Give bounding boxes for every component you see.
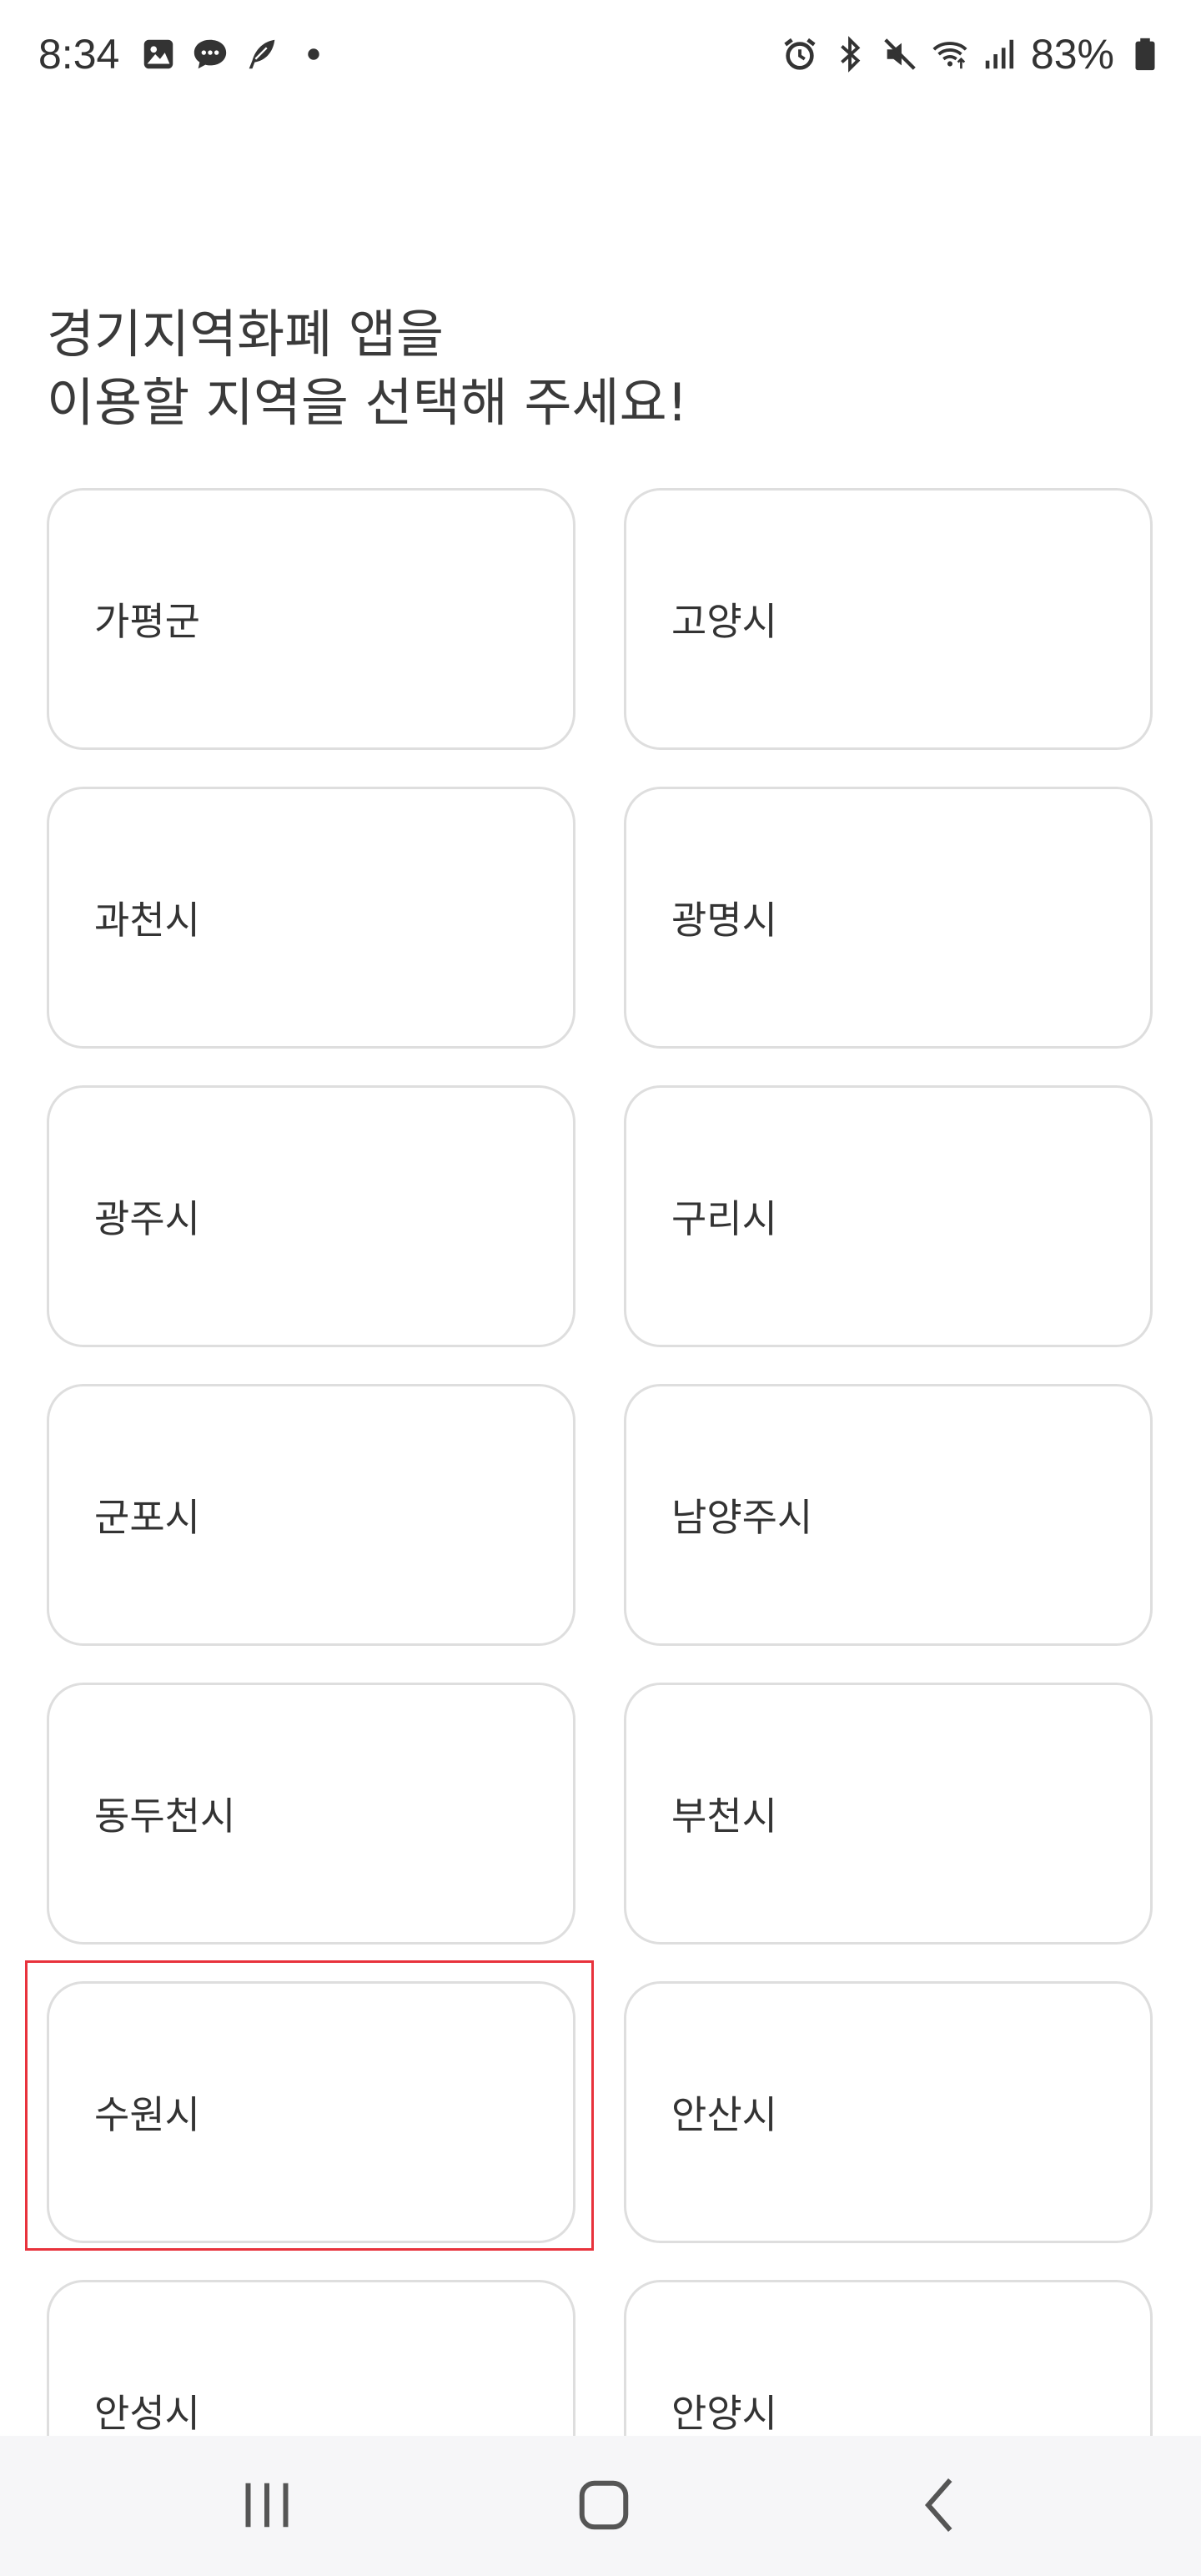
region-card-gwacheon[interactable]: 과천시 (47, 787, 575, 1049)
signal-icon (981, 35, 1019, 73)
region-label: 안성시 (94, 2391, 200, 2436)
region-card-goyang[interactable]: 고양시 (624, 488, 1153, 750)
region-label: 안양시 (671, 2391, 777, 2436)
region-card-gwangmyeong[interactable]: 광명시 (624, 787, 1153, 1049)
wifi-icon (931, 35, 969, 73)
recent-apps-icon (229, 2468, 304, 2546)
home-button[interactable] (554, 2469, 654, 2544)
region-card-dongducheon[interactable]: 동두천시 (47, 1683, 575, 1945)
recent-apps-button[interactable] (217, 2469, 317, 2544)
gallery-icon (139, 35, 178, 73)
bluetooth-icon (831, 35, 869, 73)
region-label: 고양시 (671, 599, 777, 644)
feather-icon (243, 35, 281, 73)
region-label: 안산시 (671, 2092, 777, 2137)
region-label: 과천시 (94, 898, 200, 943)
region-card-gapyeong[interactable]: 가평군 (47, 488, 575, 750)
status-bar: 8:34 83% (0, 0, 1201, 108)
region-label: 남양주시 (671, 1495, 813, 1540)
region-card-bucheon[interactable]: 부천시 (624, 1683, 1153, 1945)
region-grid: 가평군 고양시 과천시 광명시 광주시 구리시 군포시 남양주시 동두천시 부천… (47, 488, 1154, 2542)
region-label: 수원시 (94, 2092, 200, 2137)
region-card-guri[interactable]: 구리시 (624, 1085, 1153, 1347)
status-left: 8:34 (38, 25, 333, 83)
dot-icon (294, 35, 333, 73)
region-label: 구리시 (671, 1196, 777, 1241)
region-card-ansan[interactable]: 안산시 (624, 1981, 1153, 2243)
region-label: 부천시 (671, 1794, 777, 1839)
region-label: 가평군 (94, 599, 200, 644)
messages-icon (191, 35, 229, 73)
back-icon (903, 2468, 978, 2546)
region-label: 광주시 (94, 1196, 200, 1241)
region-label: 동두천시 (94, 1794, 236, 1839)
region-card-suwon[interactable]: 수원시 (47, 1981, 575, 2243)
region-card-gunpo[interactable]: 군포시 (47, 1384, 575, 1646)
mute-icon (881, 35, 919, 73)
status-right: 83% (781, 25, 1164, 83)
status-time: 8:34 (38, 31, 120, 78)
region-card-gwangju[interactable]: 광주시 (47, 1085, 575, 1347)
navigation-bar (0, 2436, 1201, 2576)
page-title: 경기지역화폐 앱을 이용할 지역을 선택해 주세요! (47, 304, 688, 433)
home-icon (566, 2468, 641, 2546)
region-label: 군포시 (94, 1495, 200, 1540)
back-button[interactable] (891, 2469, 991, 2544)
alarm-icon (781, 35, 819, 73)
battery-percent: 83% (1030, 31, 1114, 78)
battery-icon (1126, 35, 1164, 73)
region-card-namyangju[interactable]: 남양주시 (624, 1384, 1153, 1646)
region-label: 광명시 (671, 898, 777, 943)
